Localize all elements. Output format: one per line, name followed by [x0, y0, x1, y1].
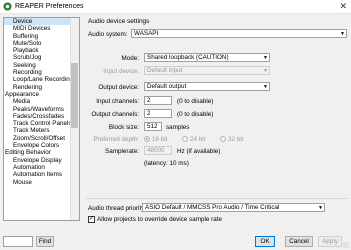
panel-title: Audio device settings	[88, 18, 150, 25]
sidebar-item-editing-behavior[interactable]: Editing Behavior	[4, 149, 79, 156]
sidebar-item-automation-items[interactable]: Automation Items	[4, 171, 79, 178]
close-icon[interactable]: ✕	[339, 1, 347, 12]
sidebar-item-peaks-waveforms[interactable]: Peaks/Waveforms	[4, 106, 79, 113]
chevron-down-icon: ▼	[340, 31, 345, 37]
depth-16-label: 16 bit	[152, 136, 168, 143]
override-samplerate-checkbox[interactable]: ✓	[88, 216, 95, 223]
tree-scrollbar[interactable]	[70, 18, 79, 220]
depth-32-label: 32 bit	[228, 136, 244, 143]
ok-button[interactable]: OK	[255, 236, 275, 247]
audio-system-dropdown[interactable]: WASAPI ▼	[131, 29, 347, 38]
preferences-tree[interactable]: Device MIDI Devices Buffering Mute/Solo Play…	[3, 17, 80, 221]
samplerate-label: Samplerate:	[105, 148, 139, 155]
resize-grip-icon[interactable]	[343, 242, 349, 248]
depth-32-radio[interactable]	[220, 136, 226, 142]
input-device-label: Input device:	[103, 68, 139, 75]
sidebar-item-track-control-panels[interactable]: Track Control Panels	[4, 120, 79, 127]
mode-dropdown[interactable]: Shared loopback (CAUTION) ▼	[144, 53, 270, 62]
samplerate-unit: Hz (if available)	[177, 148, 221, 155]
divider	[86, 198, 348, 199]
output-device-label: Output device:	[98, 84, 139, 91]
sidebar-item-mute-solo[interactable]: Mute/Solo	[4, 40, 79, 47]
output-channels-note: (0 to disable)	[177, 111, 214, 118]
sidebar-item-automation[interactable]: Automation	[4, 164, 79, 171]
input-channels-field[interactable]: 2	[144, 96, 172, 105]
output-device-value: Default output	[147, 83, 187, 90]
sidebar-item-mouse[interactable]: Mouse	[4, 179, 79, 186]
sidebar-item-seeking[interactable]: Seeking	[4, 62, 79, 69]
find-input[interactable]	[3, 236, 33, 247]
sidebar-item-midi-devices[interactable]: MIDI Devices	[4, 25, 79, 32]
sidebar-item-playback[interactable]: Playback	[4, 47, 79, 54]
chevron-down-icon: ▼	[318, 205, 323, 211]
audio-system-label: Audio system:	[88, 31, 128, 38]
sidebar-item-envelope-colors[interactable]: Envelope Colors	[4, 142, 79, 149]
input-device-value: Default input	[147, 67, 183, 74]
sidebar-item-rendering[interactable]: Rendering	[4, 84, 79, 91]
override-samplerate-label: Allow projects to override device sample…	[97, 216, 222, 223]
cancel-button[interactable]: Cancel	[285, 236, 313, 247]
sidebar-item-device[interactable]: Device	[4, 18, 79, 26]
sidebar-item-loop-lane-recording[interactable]: Loop/Lane Recording	[4, 76, 79, 83]
thread-priority-dropdown[interactable]: ASIO Default / MMCSS Pro Audio / Time Cr…	[142, 203, 325, 212]
block-size-label: Block size:	[108, 124, 139, 131]
output-channels-label: Output channels:	[91, 111, 139, 118]
input-channels-label: Input channels:	[96, 98, 139, 105]
audio-system-value: WASAPI	[134, 30, 159, 37]
output-device-dropdown[interactable]: Default output ▼	[144, 82, 270, 91]
sidebar-item-fades-crossfades[interactable]: Fades/Crossfades	[4, 113, 79, 120]
input-channels-note: (0 to disable)	[177, 98, 214, 105]
depth-16-radio[interactable]	[144, 136, 150, 142]
reaper-logo-icon	[3, 2, 12, 11]
sidebar-item-track-meters[interactable]: Track Meters	[4, 127, 79, 134]
mode-value: Shared loopback (CAUTION)	[147, 54, 229, 61]
sidebar-item-buffering[interactable]: Buffering	[4, 33, 79, 40]
block-size-field[interactable]: 512	[144, 122, 162, 131]
sidebar-item-recording[interactable]: Recording	[4, 69, 79, 76]
depth-24-label: 24 bit	[190, 136, 206, 143]
thread-priority-label: Audio thread priority:	[88, 205, 147, 212]
find-button[interactable]: Find	[36, 236, 54, 247]
chevron-down-icon: ▼	[263, 68, 268, 74]
latency-text: (latency: 10 ms)	[144, 160, 189, 167]
thread-priority-value: ASIO Default / MMCSS Pro Audio / Time Cr…	[145, 204, 280, 211]
apply-button[interactable]: Apply	[318, 236, 342, 247]
depth-24-radio[interactable]	[182, 136, 188, 142]
sidebar-item-envelope-display[interactable]: Envelope Display	[4, 157, 79, 164]
samplerate-field[interactable]: 48000	[144, 146, 172, 155]
block-size-unit: samples	[166, 124, 190, 131]
chevron-down-icon: ▼	[263, 55, 268, 61]
sidebar-item-scrub-jog[interactable]: Scrub/Jog	[4, 54, 79, 61]
window-title: REAPER Preferences	[15, 3, 84, 10]
title-bar: REAPER Preferences ✕	[0, 0, 351, 14]
preferred-depth-label: Preferred depth:	[93, 136, 139, 143]
sidebar-item-zoom-scroll-offset[interactable]: Zoom/Scroll/Offset	[4, 135, 79, 142]
mode-label: Mode:	[121, 55, 139, 62]
input-device-dropdown[interactable]: Default input ▼	[144, 66, 270, 75]
tree-scroll-thumb[interactable]	[71, 63, 78, 128]
output-channels-field[interactable]: 2	[144, 109, 172, 118]
chevron-down-icon: ▼	[263, 84, 268, 90]
sidebar-item-appearance[interactable]: Appearance	[4, 91, 79, 98]
sidebar-item-media[interactable]: Media	[4, 98, 79, 105]
